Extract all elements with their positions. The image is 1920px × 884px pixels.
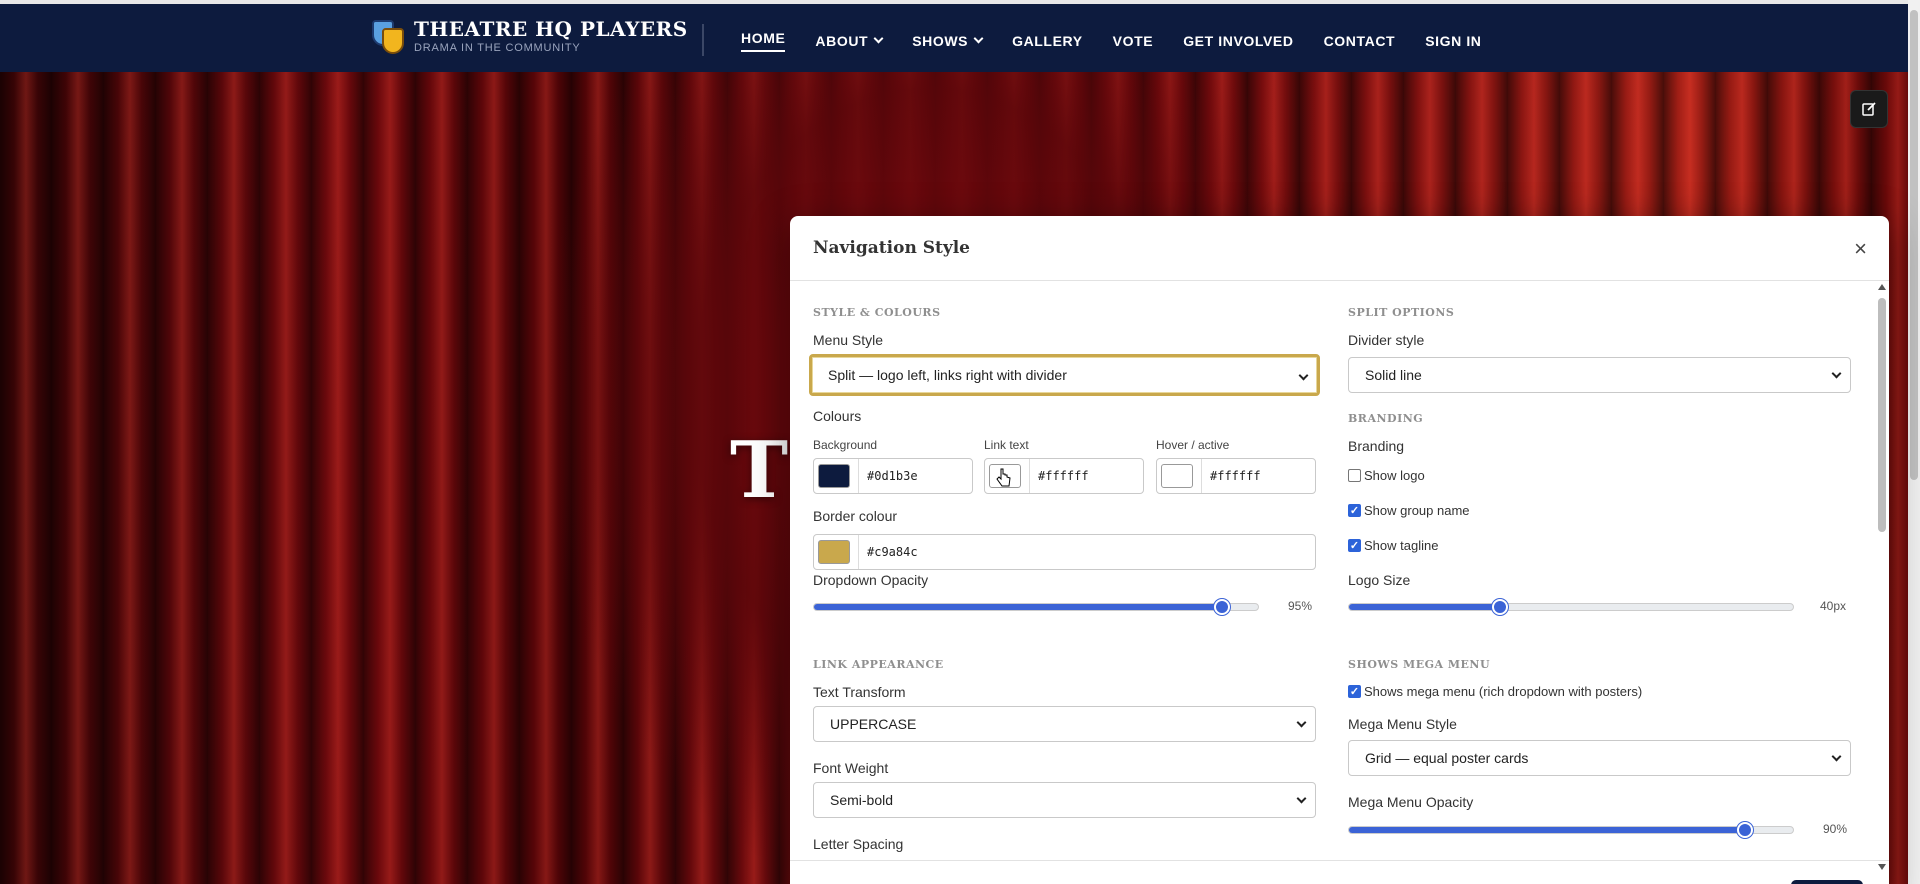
nav-item-vote[interactable]: VOTE — [1113, 30, 1154, 52]
hero-title: T — [730, 425, 791, 516]
nav-item-shows[interactable]: SHOWS — [912, 30, 984, 52]
logo-size-value: 40px — [1820, 599, 1847, 613]
theatre-masks-icon — [372, 20, 404, 56]
dropdown-opacity-label: Dropdown Opacity — [813, 572, 929, 588]
background-label: Background — [813, 438, 878, 452]
modal-body: STYLE & COLOURS Menu Style Split — logo … — [790, 282, 1889, 876]
navigation-style-modal: Navigation Style × STYLE & COLOURS Menu … — [790, 216, 1889, 884]
show-logo-checkbox[interactable]: Show logo — [1348, 468, 1425, 483]
background-swatch[interactable] — [818, 464, 850, 488]
mega-menu-style-select[interactable]: Grid — equal poster cards — [1348, 740, 1851, 776]
modal-footer-divider — [790, 860, 1889, 861]
menu-style-select[interactable]: Split — logo left, links right with divi… — [809, 354, 1320, 396]
dropdown-opacity-slider[interactable] — [813, 599, 1259, 615]
hand-cursor-icon — [996, 468, 1011, 487]
divider-style-label: Divider style — [1348, 332, 1425, 348]
text-transform-select[interactable]: UPPERCASE — [813, 706, 1316, 742]
close-icon[interactable]: × — [1854, 236, 1867, 262]
colours-label: Colours — [813, 408, 862, 424]
section-shows-mega-menu: SHOWS MEGA MENU — [1348, 658, 1491, 671]
edit-button[interactable] — [1850, 90, 1888, 128]
logo-size-label: Logo Size — [1348, 572, 1411, 588]
background-color-field[interactable]: #0d1b3e — [813, 458, 973, 494]
brand-name: THEATRE HQ PLAYERS — [414, 17, 688, 41]
edit-icon — [1862, 102, 1876, 116]
divider-style-select[interactable]: Solid line — [1348, 357, 1851, 393]
modal-scrollbar[interactable] — [1877, 282, 1887, 876]
site-navbar: THEATRE HQ PLAYERS DRAMA IN THE COMMUNIT… — [0, 4, 1910, 72]
chevron-down-icon — [873, 33, 884, 44]
font-weight-select[interactable]: Semi-bold — [813, 782, 1316, 818]
hover-active-label: Hover / active — [1156, 438, 1230, 452]
nav-divider — [702, 24, 704, 56]
modal-header: Navigation Style × — [790, 216, 1889, 281]
section-split-options: SPLIT OPTIONS — [1348, 306, 1455, 319]
border-swatch[interactable] — [818, 540, 850, 564]
section-link-appearance: LINK APPEARANCE — [813, 658, 944, 671]
scroll-down-icon[interactable] — [1878, 864, 1886, 870]
scroll-up-icon[interactable] — [1878, 284, 1886, 290]
section-style-colours: STYLE & COLOURS — [813, 306, 941, 319]
border-colour-label: Border colour — [813, 508, 898, 524]
hover-swatch[interactable] — [1161, 464, 1193, 488]
hover-color-field[interactable]: #ffffff — [1156, 458, 1316, 494]
mega-menu-opacity-slider[interactable] — [1348, 822, 1794, 838]
text-transform-label: Text Transform — [813, 684, 906, 700]
checkbox-checked[interactable]: ✓ — [1348, 685, 1361, 698]
mega-menu-checkbox[interactable]: ✓ Shows mega menu (rich dropdown with pos… — [1348, 684, 1642, 699]
nav-item-get-involved[interactable]: GET INVOLVED — [1183, 30, 1293, 52]
show-group-name-checkbox[interactable]: ✓ Show group name — [1348, 503, 1470, 518]
page-scrollbar[interactable] — [1908, 0, 1920, 884]
font-weight-label: Font Weight — [813, 760, 889, 776]
dropdown-opacity-value: 95% — [1288, 599, 1313, 613]
checkbox-checked[interactable]: ✓ — [1348, 504, 1361, 517]
nav-item-gallery[interactable]: GALLERY — [1012, 30, 1083, 52]
branding-label: Branding — [1348, 438, 1405, 454]
chevron-down-icon — [973, 33, 984, 44]
checkbox-box[interactable] — [1348, 469, 1361, 482]
logo-size-slider[interactable] — [1348, 599, 1794, 615]
mega-menu-opacity-value: 90% — [1823, 822, 1848, 836]
nav-links: HOME ABOUT SHOWS GALLERY VOTE GET INVOLV… — [741, 30, 1512, 52]
brand[interactable]: THEATRE HQ PLAYERS DRAMA IN THE COMMUNIT… — [372, 18, 688, 56]
letter-spacing-label: Letter Spacing — [813, 836, 904, 852]
nav-item-about[interactable]: ABOUT — [815, 30, 884, 52]
modal-footer-button[interactable] — [1791, 880, 1863, 884]
nav-item-sign-in[interactable]: SIGN IN — [1425, 30, 1481, 52]
border-color-field[interactable]: #c9a84c — [813, 534, 1316, 570]
link-text-label: Link text — [984, 438, 1029, 452]
nav-item-contact[interactable]: CONTACT — [1324, 30, 1396, 52]
menu-style-label: Menu Style — [813, 332, 884, 348]
checkbox-checked[interactable]: ✓ — [1348, 539, 1361, 552]
show-tagline-checkbox[interactable]: ✓ Show tagline — [1348, 538, 1438, 553]
section-branding: BRANDING — [1348, 412, 1424, 425]
mega-menu-style-label: Mega Menu Style — [1348, 716, 1457, 732]
modal-title: Navigation Style — [813, 238, 971, 258]
mega-menu-opacity-label: Mega Menu Opacity — [1348, 794, 1474, 810]
nav-item-home[interactable]: HOME — [741, 30, 786, 52]
brand-tagline: DRAMA IN THE COMMUNITY — [414, 42, 581, 54]
